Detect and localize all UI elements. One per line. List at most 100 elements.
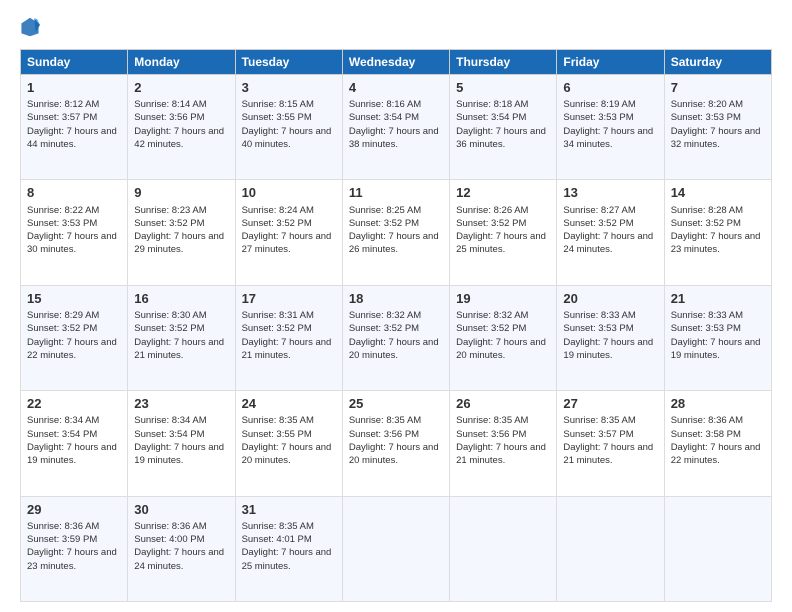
sunset: Sunset: 3:52 PM: [563, 218, 633, 229]
sunset: Sunset: 3:52 PM: [242, 323, 312, 334]
sunset: Sunset: 3:57 PM: [563, 429, 633, 440]
calendar-cell: 30Sunrise: 8:36 AMSunset: 4:00 PMDayligh…: [128, 496, 235, 601]
col-header-saturday: Saturday: [664, 50, 771, 75]
daylight: Daylight: 7 hours and 30 minutes.: [27, 231, 117, 255]
calendar-cell: 20 Sunrise: 8:33 AM Sunset: 3:53 PM Dayligh…: [557, 285, 664, 390]
sunrise: Sunrise: 8:34 AM: [27, 415, 99, 426]
calendar-cell: 13Sunrise: 8:27 AMSunset: 3:52 PMDayligh…: [557, 180, 664, 285]
day-number: 2: [134, 79, 228, 97]
sunset: Sunset: 3:54 PM: [349, 112, 419, 123]
sunset: Sunset: 3:56 PM: [134, 112, 204, 123]
sunset: Sunset: 3:53 PM: [563, 112, 633, 123]
day-number: 4: [349, 79, 443, 97]
sunrise: Sunrise: 8:31 AM: [242, 310, 314, 321]
sunset: Sunset: 3:52 PM: [134, 323, 204, 334]
calendar-cell: 17Sunrise: 8:31 AMSunset: 3:52 PMDayligh…: [235, 285, 342, 390]
sunrise: Sunrise: 8:35 AM: [242, 521, 314, 532]
daylight: Daylight: 7 hours and 21 minutes.: [134, 337, 224, 361]
col-header-thursday: Thursday: [450, 50, 557, 75]
sunrise: Sunrise: 8:24 AM: [242, 205, 314, 216]
sunset: Sunset: 3:53 PM: [563, 323, 633, 334]
sunrise: Sunrise: 8:35 AM: [242, 415, 314, 426]
sunrise: Sunrise: 8:33 AM: [563, 310, 635, 321]
sunrise: Sunrise: 8:22 AM: [27, 205, 99, 216]
calendar-cell: 16Sunrise: 8:30 AMSunset: 3:52 PMDayligh…: [128, 285, 235, 390]
sunrise: Sunrise: 8:19 AM: [563, 99, 635, 110]
sunrise: Sunrise: 8:23 AM: [134, 205, 206, 216]
col-header-wednesday: Wednesday: [342, 50, 449, 75]
sunset: Sunset: 3:58 PM: [671, 429, 741, 440]
sunset: Sunset: 3:55 PM: [242, 112, 312, 123]
calendar-cell: [342, 496, 449, 601]
daylight: Daylight: 7 hours and 42 minutes.: [134, 126, 224, 150]
calendar-cell: 23Sunrise: 8:34 AMSunset: 3:54 PMDayligh…: [128, 391, 235, 496]
calendar-cell: 6Sunrise: 8:19 AMSunset: 3:53 PMDaylight…: [557, 75, 664, 180]
sunrise: Sunrise: 8:35 AM: [456, 415, 528, 426]
day-number: 16: [134, 290, 228, 308]
sunset: Sunset: 3:53 PM: [27, 218, 97, 229]
day-number: 22: [27, 395, 121, 413]
sunrise: Sunrise: 8:27 AM: [563, 205, 635, 216]
calendar-cell: 15Sunrise: 8:29 AMSunset: 3:52 PMDayligh…: [21, 285, 128, 390]
sunset: Sunset: 3:52 PM: [242, 218, 312, 229]
sunset: Sunset: 3:52 PM: [27, 323, 97, 334]
sunset: Sunset: 3:57 PM: [27, 112, 97, 123]
sunrise: Sunrise: 8:28 AM: [671, 205, 743, 216]
calendar-cell: 27Sunrise: 8:35 AMSunset: 3:57 PMDayligh…: [557, 391, 664, 496]
sunset: Sunset: 3:52 PM: [671, 218, 741, 229]
day-number: 15: [27, 290, 121, 308]
calendar-cell: 5Sunrise: 8:18 AMSunset: 3:54 PMDaylight…: [450, 75, 557, 180]
week-row-5: 29Sunrise: 8:36 AMSunset: 3:59 PMDayligh…: [21, 496, 772, 601]
col-header-monday: Monday: [128, 50, 235, 75]
day-number: 6: [563, 79, 657, 97]
day-number: 3: [242, 79, 336, 97]
sunrise: Sunrise: 8:25 AM: [349, 205, 421, 216]
daylight: Daylight: 7 hours and 26 minutes.: [349, 231, 439, 255]
sunrise: Sunrise: 8:32 AM: [349, 310, 421, 321]
daylight: Daylight: 7 hours and 21 minutes.: [563, 442, 653, 466]
sunset: Sunset: 3:52 PM: [456, 218, 526, 229]
sunrise: Sunrise: 8:35 AM: [349, 415, 421, 426]
calendar-cell: 22Sunrise: 8:34 AMSunset: 3:54 PMDayligh…: [21, 391, 128, 496]
daylight: Daylight: 7 hours and 40 minutes.: [242, 126, 332, 150]
daylight: Daylight: 7 hours and 29 minutes.: [134, 231, 224, 255]
daylight: Daylight: 7 hours and 24 minutes.: [134, 547, 224, 571]
daylight: Daylight: 7 hours and 19 minutes.: [671, 337, 761, 361]
calendar-cell: 8 Sunrise: 8:22 AM Sunset: 3:53 PM Daylight…: [21, 180, 128, 285]
calendar-cell: 4Sunrise: 8:16 AMSunset: 3:54 PMDaylight…: [342, 75, 449, 180]
calendar-cell: 25Sunrise: 8:35 AMSunset: 3:56 PMDayligh…: [342, 391, 449, 496]
daylight: Daylight: 7 hours and 19 minutes.: [563, 337, 653, 361]
day-number: 17: [242, 290, 336, 308]
day-number: 20: [563, 290, 657, 308]
sunrise: Sunrise: 8:35 AM: [563, 415, 635, 426]
day-number: 31: [242, 501, 336, 519]
calendar-cell: 3 Sunrise: 8:15 AM Sunset: 3:55 PM Daylight…: [235, 75, 342, 180]
day-number: 23: [134, 395, 228, 413]
day-number: 19: [456, 290, 550, 308]
col-header-sunday: Sunday: [21, 50, 128, 75]
calendar-cell: 28Sunrise: 8:36 AMSunset: 3:58 PMDayligh…: [664, 391, 771, 496]
sunrise: Sunrise: 8:36 AM: [671, 415, 743, 426]
day-number: 29: [27, 501, 121, 519]
calendar-cell: 24Sunrise: 8:35 AMSunset: 3:55 PMDayligh…: [235, 391, 342, 496]
day-number: 26: [456, 395, 550, 413]
day-number: 25: [349, 395, 443, 413]
col-header-tuesday: Tuesday: [235, 50, 342, 75]
header-row: SundayMondayTuesdayWednesdayThursdayFrid…: [21, 50, 772, 75]
sunset: Sunset: 3:56 PM: [349, 429, 419, 440]
calendar-cell: [450, 496, 557, 601]
daylight: Daylight: 7 hours and 20 minutes.: [242, 442, 332, 466]
daylight: Daylight: 7 hours and 38 minutes.: [349, 126, 439, 150]
day-number: 21: [671, 290, 765, 308]
calendar-cell: 1Sunrise: 8:12 AMSunset: 3:57 PMDaylight…: [21, 75, 128, 180]
day-number: 8: [27, 184, 121, 202]
day-number: 28: [671, 395, 765, 413]
sunrise: Sunrise: 8:15 AM: [242, 99, 314, 110]
week-row-1: 1Sunrise: 8:12 AMSunset: 3:57 PMDaylight…: [21, 75, 772, 180]
sunset: Sunset: 3:54 PM: [456, 112, 526, 123]
week-row-3: 15Sunrise: 8:29 AMSunset: 3:52 PMDayligh…: [21, 285, 772, 390]
sunset: Sunset: 3:52 PM: [349, 323, 419, 334]
calendar-cell: 7Sunrise: 8:20 AMSunset: 3:53 PMDaylight…: [664, 75, 771, 180]
daylight: Daylight: 7 hours and 44 minutes.: [27, 126, 117, 150]
daylight: Daylight: 7 hours and 20 minutes.: [349, 337, 439, 361]
